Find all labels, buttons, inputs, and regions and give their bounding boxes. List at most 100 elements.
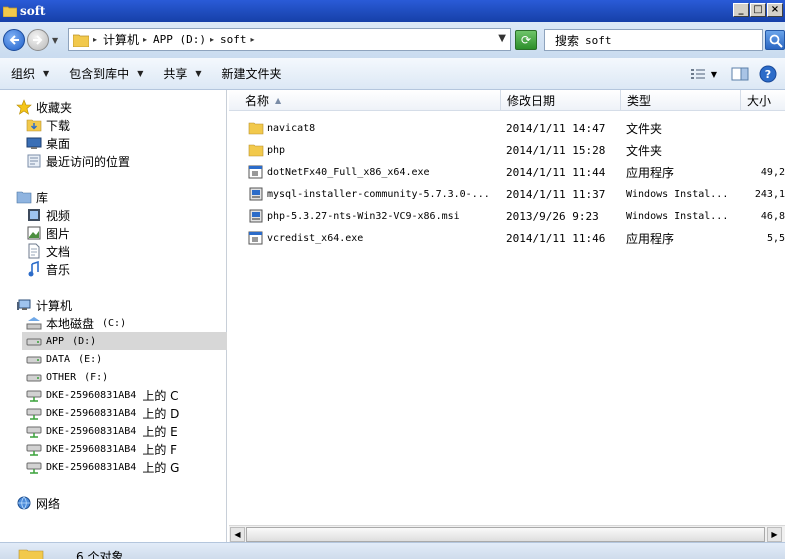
file-row[interactable]: vcredist_x64.exe 2014/1/11 11:46 应用程序 5,… [241,227,785,249]
file-name: vcredist_x64.exe [267,232,364,244]
file-row[interactable]: navicat8 2014/1/11 14:47 文件夹 [241,117,785,139]
recent-places-icon [27,154,41,168]
file-row[interactable]: php-5.3.27-nts-Win32-VC9-x86.msi 2013/9/… [241,205,785,227]
file-type: 文件夹 [626,121,663,136]
nav-drive-f[interactable]: OTHER (F:) [26,368,108,386]
column-modified-label: 修改日期 [507,93,556,108]
back-button[interactable] [3,29,25,51]
include-in-library-menu[interactable]: 包含到库中 ▼ [69,65,143,82]
search-icon [769,34,783,48]
breadcrumb-folder[interactable]: soft [220,33,247,46]
minimize-button[interactable]: _ [733,3,749,17]
organize-label: 组织 [11,67,36,81]
breadcrumb-separator-icon[interactable]: ▸ [143,35,147,44]
nav-music[interactable]: 音乐 [26,260,70,278]
address-dropdown-icon[interactable]: ▼ [498,33,506,44]
breadcrumb-separator-icon[interactable]: ▸ [93,35,97,44]
organize-menu[interactable]: 组织 ▼ [11,65,49,82]
nav-network-drive-g[interactable]: DKE-25960831AB4 上的 G [26,458,179,476]
file-type: 文件夹 [626,143,663,158]
column-header-type[interactable]: 类型 [621,90,741,111]
window-title: soft [20,4,46,18]
share-label: 共享 [163,67,188,81]
close-button[interactable]: × [767,3,783,17]
nav-label: 网络 [36,496,61,511]
breadcrumb-drive[interactable]: APP (D:) [153,33,206,46]
search-input[interactable]: 搜索 soft [544,29,763,51]
refresh-icon: ⟳ [520,33,532,47]
maximize-button[interactable]: □ [750,3,766,17]
arrow-right-icon [33,35,43,45]
file-row[interactable]: mysql-installer-community-5.7.3.0-... 20… [241,183,785,205]
scroll-left-button[interactable]: ◀ [230,527,245,542]
drive-letter: (E:) [78,353,103,365]
drive-label: APP [46,335,65,347]
nav-videos[interactable]: 视频 [26,206,70,224]
file-row[interactable]: php 2014/1/11 15:28 文件夹 [241,139,785,161]
drive-label: 本地磁盘 [46,316,95,331]
column-header-size[interactable]: 大小 [741,90,785,111]
drive-suffix: 上的 E [142,424,178,439]
nav-drive-c[interactable]: 本地磁盘 (C:) [26,314,126,332]
file-type: 应用程序 [626,231,675,246]
drive-suffix: 上的 F [142,442,178,457]
include-library-label: 包含到库中 [69,67,130,81]
search-placeholder-target: soft [585,33,612,47]
horizontal-scrollbar[interactable]: ◀ ▶ [229,525,785,542]
column-header-name[interactable]: 名称 ▲ [229,90,501,111]
view-options-icon[interactable] [689,66,707,82]
nav-recent-places[interactable]: 最近访问的位置 [26,152,130,170]
exe-icon [248,165,263,179]
nav-desktop[interactable]: 桌面 [26,134,70,152]
drive-label: OTHER [46,371,77,383]
file-name: php [267,144,286,156]
breadcrumb-separator-icon[interactable]: ▸ [251,35,255,44]
nav-label: 文档 [46,244,71,259]
refresh-button[interactable]: ⟳ [515,30,537,50]
nav-network-drive-f[interactable]: DKE-25960831AB4 上的 F [26,440,177,458]
view-dropdown-icon[interactable]: ▼ [711,70,717,79]
arrow-left-icon [9,35,19,45]
downloads-folder-icon [26,119,42,132]
help-icon[interactable]: ? [759,65,777,83]
nav-drive-d[interactable]: APP (D:) [22,332,227,350]
column-type-label: 类型 [627,93,652,108]
nav-downloads[interactable]: 下载 [26,116,70,134]
nav-libraries[interactable]: 库 [16,188,48,206]
network-drive-icon [26,408,42,420]
command-bar: 组织 ▼ 包含到库中 ▼ 共享 ▼ 新建文件夹 ▼ ? [0,58,785,90]
file-size: 49,2 [760,166,785,178]
breadcrumb-computer[interactable]: 计算机 [103,31,139,48]
nav-label: 下载 [46,118,71,133]
nav-computer[interactable]: 计算机 [16,296,72,314]
scroll-thumb[interactable] [246,527,765,542]
nav-label: 图片 [46,226,71,241]
address-box[interactable]: ▸ 计算机 ▸ APP (D:) ▸ soft ▸ ▼ [68,28,511,51]
nav-documents[interactable]: 文档 [26,242,70,260]
breadcrumb-separator-icon[interactable]: ▸ [210,35,214,44]
drive-label: DKE-25960831AB4 [46,443,137,455]
nav-pictures[interactable]: 图片 [26,224,70,242]
file-size: 46,8 [760,210,785,222]
forward-button[interactable] [27,29,49,51]
new-folder-button[interactable]: 新建文件夹 [222,65,282,82]
history-dropdown-icon[interactable]: ▼ [52,36,58,45]
share-menu[interactable]: 共享 ▼ [163,65,201,82]
column-header-modified[interactable]: 修改日期 [501,90,621,111]
drive-suffix: 上的 G [142,460,180,475]
nav-label: 最近访问的位置 [46,154,131,169]
nav-network-drive-e[interactable]: DKE-25960831AB4 上的 E [26,422,178,440]
file-row[interactable]: dotNetFx40_Full_x86_x64.exe 2014/1/11 11… [241,161,785,183]
drive-suffix: 上的 C [142,388,179,403]
nav-drive-e[interactable]: DATA (E:) [26,350,102,368]
nav-network-drive-d[interactable]: DKE-25960831AB4 上的 D [26,404,179,422]
preview-pane-icon[interactable] [731,66,749,82]
nav-network-drive-c[interactable]: DKE-25960831AB4 上的 C [26,386,179,404]
nav-network[interactable]: 网络 [16,494,60,512]
scroll-right-button[interactable]: ▶ [767,527,782,542]
network-drive-icon [26,390,42,402]
nav-label: 音乐 [46,262,71,277]
chevron-down-icon: ▼ [43,69,50,78]
nav-favorites[interactable]: 收藏夹 [16,98,72,116]
search-button[interactable] [765,30,785,50]
